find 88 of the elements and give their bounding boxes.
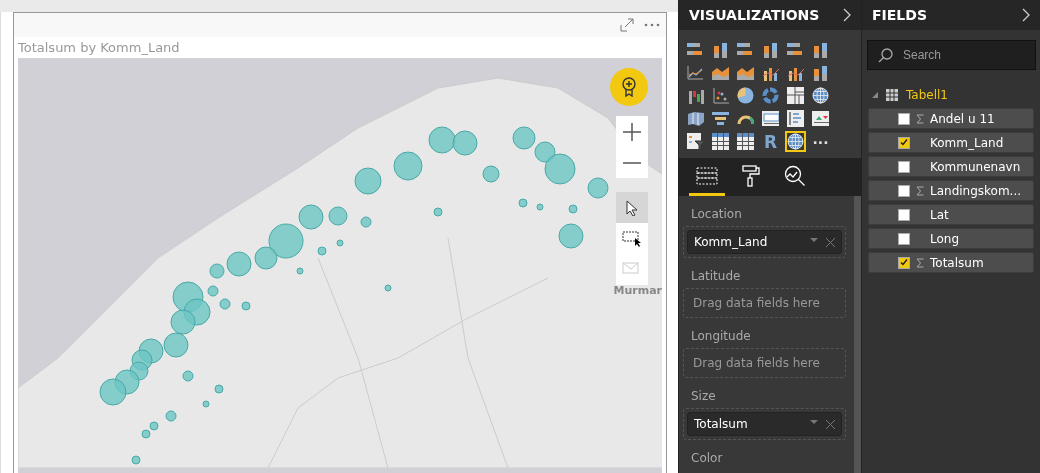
field-item[interactable]: Lat: [868, 204, 1034, 225]
checkbox[interactable]: [898, 160, 910, 173]
column-chart-icon: [712, 41, 729, 58]
field-item[interactable]: Kommunenavn: [868, 156, 1034, 177]
field-well: Drag data fields here: [683, 348, 846, 378]
treemap-icon: [787, 87, 804, 104]
slicer-icon: [687, 133, 704, 150]
visual-type-button[interactable]: [735, 131, 756, 152]
table-icon: [886, 89, 898, 101]
well-label: Longitude: [690, 328, 752, 345]
card-icon: [762, 111, 779, 126]
expand-triangle-icon[interactable]: [872, 92, 878, 98]
area-chart-icon: [737, 65, 754, 80]
bar-chart-icon: [687, 42, 704, 57]
paint-roller-icon: [742, 164, 760, 187]
field-item[interactable]: Totalsum: [868, 252, 1034, 273]
donut-chart-icon: [762, 87, 779, 104]
search-field[interactable]: Search: [867, 40, 1036, 70]
close-icon[interactable]: [826, 419, 835, 429]
ribbon-badge-button[interactable]: [610, 68, 648, 106]
globe-icon: [812, 87, 829, 104]
visual-type-button[interactable]: [785, 108, 806, 129]
close-icon[interactable]: [826, 237, 835, 247]
waterfall-chart-icon: [687, 87, 704, 104]
plus-icon: [623, 122, 641, 141]
filled-map-icon: [687, 110, 704, 127]
dropdown-caret-icon[interactable]: [810, 237, 818, 242]
rectangle-select-icon: [622, 230, 642, 247]
globe-icon: [787, 133, 804, 150]
visual-type-button[interactable]: [710, 131, 731, 152]
well-field-pill[interactable]: Komm_Land: [687, 230, 842, 254]
well-label: Latitude: [690, 268, 742, 285]
pane-title: VISUALIZATIONS: [689, 7, 820, 23]
visual-type-button[interactable]: [710, 85, 731, 106]
search-icon: [878, 47, 893, 63]
visual-type-button[interactable]: [685, 131, 706, 152]
column-chart-icon: [812, 41, 829, 58]
search-input[interactable]: Search: [901, 47, 1025, 63]
visual-type-button[interactable]: [760, 108, 781, 129]
pane-title: FIELDS: [872, 7, 927, 23]
analytics-magnifier-icon: [784, 164, 806, 187]
visual-type-button[interactable]: [785, 131, 806, 152]
visual-type-button[interactable]: [785, 85, 806, 106]
field-item[interactable]: Landingskom...: [868, 180, 1034, 201]
table-icon: [712, 133, 729, 150]
ribbon-plus-icon: [622, 77, 636, 97]
visual-type-button[interactable]: [810, 85, 831, 106]
bar-chart-icon: [787, 42, 804, 57]
cursor-icon: [626, 199, 638, 216]
table-icon: [737, 133, 754, 150]
column-chart-icon: [762, 41, 779, 58]
field-item[interactable]: Andel u 11: [868, 108, 1034, 129]
field-item[interactable]: Komm_Land: [868, 132, 1034, 153]
well-label: Color: [690, 450, 724, 467]
field-item[interactable]: Long: [868, 228, 1034, 249]
well-label: Location: [690, 206, 743, 223]
multi-row-card-icon: [787, 110, 804, 127]
visual-title: Totalsum by Komm_Land: [17, 39, 181, 57]
more-options-icon[interactable]: [644, 23, 660, 27]
visual-type-button[interactable]: [810, 108, 831, 129]
minus-icon: [623, 161, 641, 164]
checkbox[interactable]: [898, 184, 910, 197]
checkbox[interactable]: [898, 112, 910, 125]
field-well: Drag data fields here: [683, 288, 846, 318]
more-visuals-button[interactable]: ···: [810, 131, 831, 154]
pointer-button[interactable]: [616, 192, 648, 223]
funnel-chart-icon: [712, 111, 729, 126]
checkbox[interactable]: [898, 232, 910, 245]
column-chart-icon: [812, 64, 829, 81]
fields-icon: [696, 166, 718, 185]
bar-chart-icon: [737, 42, 754, 57]
checkbox[interactable]: [898, 136, 910, 149]
well-label: Size: [690, 388, 717, 405]
scatter-chart-icon: [712, 87, 729, 104]
table-name[interactable]: Tabell1: [906, 88, 948, 102]
area-chart-icon: [712, 65, 729, 80]
checkbox[interactable]: [898, 208, 910, 221]
visual-type-button[interactable]: [735, 85, 756, 106]
map-place-label: Murmar: [613, 284, 662, 297]
chevron-right-icon[interactable]: [843, 8, 851, 22]
line-chart-icon: [687, 65, 704, 80]
chevron-right-icon[interactable]: [1022, 8, 1030, 22]
kpi-icon: [812, 111, 829, 126]
pie-chart-icon: [737, 87, 754, 104]
well-field-pill[interactable]: Totalsum: [687, 412, 842, 436]
dropdown-caret-icon[interactable]: [810, 419, 818, 424]
checkbox[interactable]: [898, 256, 910, 269]
focus-mode-icon[interactable]: [620, 18, 634, 32]
